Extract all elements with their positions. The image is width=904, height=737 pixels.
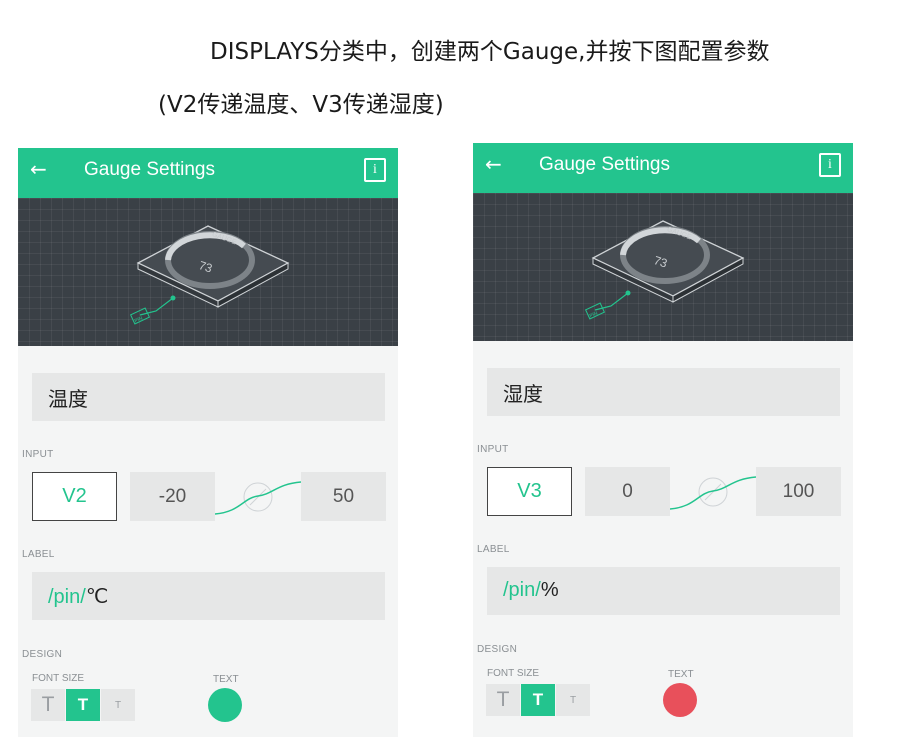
font-size-small-button[interactable]: T [101, 689, 135, 721]
label-input[interactable]: /pin/% [487, 567, 840, 615]
pin-selector[interactable]: V3 [487, 467, 572, 516]
pin-tag: PIN [589, 310, 599, 319]
gauge-illustration: 73 GAUGE PIN [129, 225, 290, 325]
header-title: Gauge Settings [84, 159, 215, 180]
min-value-input[interactable]: -20 [130, 472, 215, 521]
max-value-input[interactable]: 100 [756, 467, 841, 516]
header-bar: ← Gauge Settings i [18, 148, 398, 198]
font-size-label: FONT SIZE [487, 668, 540, 679]
pin-selector[interactable]: V2 [32, 472, 117, 521]
section-label-design: DESIGN [477, 644, 518, 655]
gauge-preview: 73 GAUGE PIN [473, 193, 853, 341]
font-size-large-button[interactable]: T [486, 684, 520, 716]
back-arrow-icon[interactable]: ← [485, 152, 502, 176]
font-size-medium-button[interactable]: T [521, 684, 555, 716]
section-label-design: DESIGN [22, 649, 63, 660]
label-pin-text: /pin/ [48, 586, 86, 608]
widget-name-input[interactable]: 温度 [32, 373, 385, 421]
gauge-preview: 73 GAUGE PIN [18, 198, 398, 346]
mapping-curve [215, 481, 301, 515]
section-label-input: INPUT [22, 449, 54, 460]
back-arrow-icon[interactable]: ← [30, 157, 47, 181]
text-color-picker[interactable] [663, 683, 697, 717]
gauge-settings-panel-humidity: ← Gauge Settings i 73 GAUGE PIN 湿度 INPUT… [473, 143, 853, 737]
min-value-input[interactable]: 0 [585, 467, 670, 516]
label-pin-text: /pin/ [503, 579, 541, 601]
pin-tag: PIN [134, 315, 144, 324]
font-size-large-button[interactable]: T [31, 689, 65, 721]
header-title: Gauge Settings [539, 154, 670, 175]
font-size-label: FONT SIZE [32, 673, 85, 684]
gauge-settings-panel-temperature: ← Gauge Settings i 73 GAUGE PIN 温度 INPUT… [18, 148, 398, 737]
gauge-illustration: 73 GAUGE PIN [584, 220, 745, 320]
label-input[interactable]: /pin/℃ [32, 572, 385, 620]
max-value-input[interactable]: 50 [301, 472, 386, 521]
text-color-label: TEXT [213, 674, 239, 685]
section-label-input: INPUT [477, 444, 509, 455]
text-color-picker[interactable] [208, 688, 242, 722]
section-label-label: LABEL [477, 544, 510, 555]
info-icon[interactable]: i [364, 158, 386, 182]
widget-name-input[interactable]: 湿度 [487, 368, 840, 416]
font-size-small-button[interactable]: T [556, 684, 590, 716]
text-color-label: TEXT [668, 669, 694, 680]
label-unit-text: % [540, 579, 559, 601]
section-label-label: LABEL [22, 549, 55, 560]
header-bar: ← Gauge Settings i [473, 143, 853, 193]
instruction-line-1: DISPLAYS分类中，创建两个Gauge,并按下图配置参数 [210, 39, 770, 65]
info-icon[interactable]: i [819, 153, 841, 177]
instruction-line-2: (V2传递温度、V3传递湿度) [158, 92, 444, 118]
label-unit-text: ℃ [85, 586, 109, 608]
font-size-medium-button[interactable]: T [66, 689, 100, 721]
mapping-curve [670, 476, 756, 510]
